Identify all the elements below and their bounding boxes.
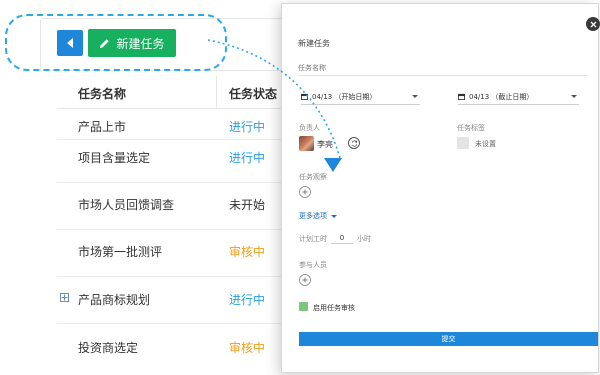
task-name-input[interactable] xyxy=(298,60,588,76)
more-options-toggle[interactable]: 更多选项 xyxy=(299,211,337,221)
calendar-icon xyxy=(458,93,465,100)
task-row-name[interactable]: 产品上市 xyxy=(78,118,126,135)
header-task-name: 任务名称 xyxy=(78,87,127,101)
header-divider xyxy=(57,108,290,109)
dialog-title: 新建任务 xyxy=(298,39,330,48)
row-divider xyxy=(57,229,290,230)
task-row-name[interactable]: 项目含量选定 xyxy=(78,149,150,166)
swap-icon[interactable] xyxy=(348,137,360,149)
tag-checkbox[interactable] xyxy=(457,137,469,149)
task-row-status: 审核中 xyxy=(229,245,266,259)
start-date-value: 04/13 （开始日期） xyxy=(312,92,377,101)
task-row-name[interactable]: 市场第一批测评 xyxy=(78,243,162,260)
participants-label: 参与人员 xyxy=(299,261,327,269)
chevron-down-icon xyxy=(571,95,577,98)
chevron-down-icon xyxy=(331,214,337,218)
planned-hours-row: 计划工时 小时 xyxy=(299,233,371,244)
submit-button[interactable]: 提交 xyxy=(299,332,598,346)
task-row-status: 进行中 xyxy=(229,120,266,134)
more-options-label: 更多选项 xyxy=(299,212,327,220)
callout-highlight xyxy=(5,14,227,71)
task-row-status: 进行中 xyxy=(229,293,266,307)
header-task-status: 任务状态 xyxy=(229,87,278,101)
planned-hours-label: 计划工时 xyxy=(299,234,327,243)
owner-name[interactable]: 李亮 xyxy=(317,139,333,150)
plus-square-icon[interactable] xyxy=(60,293,69,302)
column-divider xyxy=(216,76,217,108)
chevron-down-icon xyxy=(412,95,418,98)
stage: 新建任务 任务名称 任务状态 产品上市 进行中 项目含量选定 进行中 市场人员回… xyxy=(0,0,600,375)
task-table xyxy=(40,70,290,375)
tag-value: 未设置 xyxy=(475,140,496,148)
calendar-icon xyxy=(301,93,308,100)
review-checkbox[interactable] xyxy=(299,302,308,311)
end-date-value: 04/13 （截止日期） xyxy=(469,92,534,101)
owner-label: 负责人 xyxy=(299,124,320,132)
task-row-name[interactable]: 市场人员回馈调查 xyxy=(78,196,174,213)
add-watcher-icon[interactable] xyxy=(299,186,311,198)
task-row-name[interactable]: 投资商选定 xyxy=(78,339,138,356)
watchers-label: 任务观察 xyxy=(299,173,327,181)
submit-label: 提交 xyxy=(441,335,456,343)
close-icon[interactable] xyxy=(586,17,600,31)
avatar xyxy=(299,136,314,151)
row-divider xyxy=(57,182,290,183)
review-label: 启用任务审核 xyxy=(313,304,355,312)
add-participant-icon[interactable] xyxy=(299,274,311,286)
task-row-status: 未开始 xyxy=(229,198,266,212)
row-divider xyxy=(57,276,290,277)
task-row-status: 进行中 xyxy=(229,151,266,165)
row-divider xyxy=(57,323,290,324)
hours-unit: 小时 xyxy=(357,234,371,243)
row-divider xyxy=(57,139,290,140)
new-task-dialog xyxy=(281,3,599,373)
tag-label: 任务标签 xyxy=(457,124,485,132)
task-row-status: 审核中 xyxy=(229,341,266,355)
end-date-picker[interactable]: 04/13 （截止日期） xyxy=(458,89,579,105)
planned-hours-input[interactable] xyxy=(331,233,353,244)
task-row-name[interactable]: 产品商标规划 xyxy=(78,291,150,308)
start-date-picker[interactable]: 04/13 （开始日期） xyxy=(301,89,420,105)
